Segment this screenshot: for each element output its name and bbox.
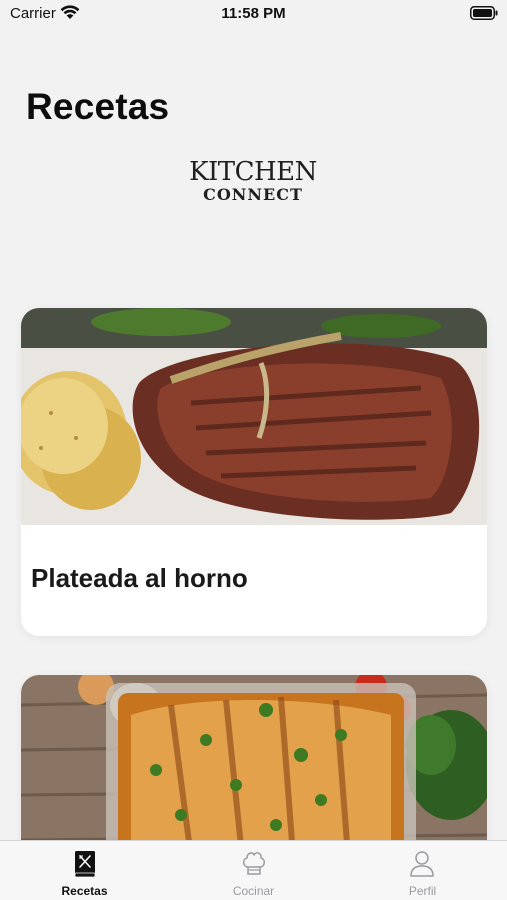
tab-label: Recetas [61,884,108,898]
tab-perfil[interactable]: Perfil [338,841,507,900]
kitchen-connect-logo: KITCHEN CONNECT [188,158,318,204]
recipe-title: Plateada al horno [31,563,248,593]
recipe-image-steak [21,308,487,525]
person-icon [410,851,434,877]
recipe-book-icon [74,851,96,878]
battery-icon [470,6,498,20]
recipe-card[interactable]: Plateada al horno [21,308,487,636]
logo-line-1: KITCHEN [189,157,317,187]
tab-bar: Recetas Cocinar Perfil [0,840,507,900]
recipes-screen: Carrier 11:58 PM Recetas KITCHEN CONNECT [0,0,507,900]
tab-recetas[interactable]: Recetas [0,841,169,900]
logo-line-2: CONNECT [203,185,303,204]
tab-label: Cocinar [232,884,275,898]
clock: 11:58 PM [221,5,286,22]
page-title: Recetas [26,86,170,127]
tab-cocinar[interactable]: Cocinar [169,841,338,900]
tab-label: Perfil [408,884,437,898]
chef-hat-icon [243,852,265,875]
status-bar: Carrier 11:58 PM [0,0,507,30]
